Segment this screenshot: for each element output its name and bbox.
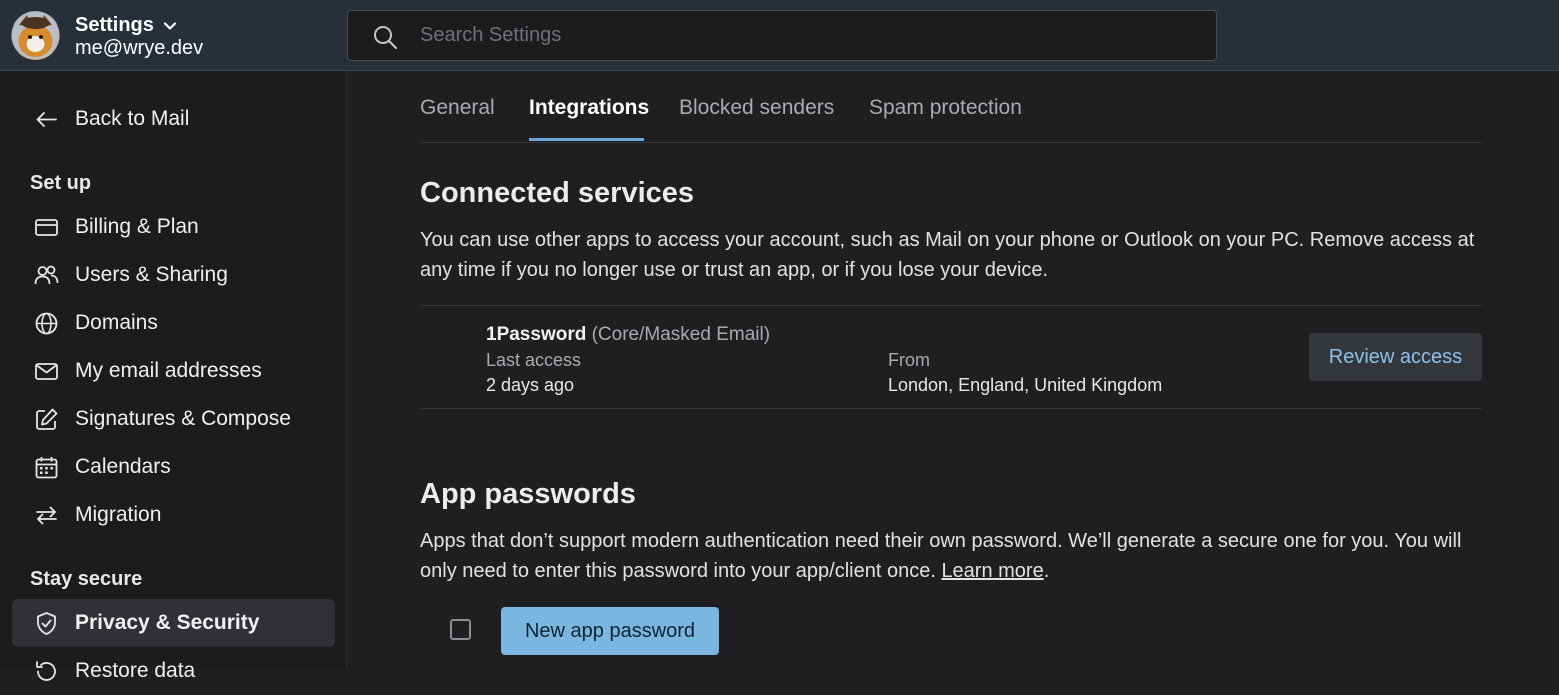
tab-integrations[interactable]: Integrations [529, 96, 649, 120]
chevron-down-icon [163, 21, 177, 30]
select-all-checkbox[interactable] [450, 619, 471, 640]
app-passwords-description: Apps that don’t support modern authentic… [420, 526, 1490, 586]
avatar[interactable] [11, 11, 60, 60]
account-title: Settings [75, 14, 154, 36]
from-label: From [888, 350, 930, 370]
sidebar-item-label: Restore data [75, 659, 196, 682]
users-icon [34, 265, 59, 285]
globe-icon [35, 312, 58, 335]
sidebar-item-users[interactable]: Users & Sharing [12, 251, 335, 299]
search-box[interactable] [347, 10, 1217, 61]
sidebar-item-billing[interactable]: Billing & Plan [12, 203, 335, 251]
sidebar-item-label: Calendars [75, 455, 171, 478]
search-icon [374, 26, 398, 50]
sidebar-item-label: Billing & Plan [75, 215, 199, 238]
main-content: General Integrations Blocked senders Spa… [348, 71, 1559, 668]
sidebar: Back to Mail Set up Billing & Plan Users… [0, 71, 347, 682]
sidebar-item-label: My email addresses [75, 359, 262, 382]
envelope-icon [35, 363, 58, 380]
tab-blocked-senders[interactable]: Blocked senders [679, 96, 834, 120]
top-bar: Settings me@wrye.dev [0, 0, 1559, 71]
calendar-icon [35, 457, 58, 479]
settings-tabs: General Integrations Blocked senders Spa… [420, 71, 1482, 143]
connected-services-heading: Connected services [420, 177, 695, 209]
learn-more-link[interactable]: Learn more [941, 560, 1043, 582]
section-heading-stay-secure: Stay secure [30, 568, 143, 590]
section-heading-set-up: Set up [30, 172, 92, 194]
shield-check-icon [37, 612, 56, 635]
sidebar-item-migration[interactable]: Migration [12, 491, 335, 539]
sidebar-item-label: Privacy & Security [75, 611, 260, 634]
review-access-button[interactable]: Review access [1309, 333, 1482, 381]
sidebar-item-restore-data[interactable]: Restore data [12, 647, 335, 695]
service-scope: (Core/Masked Email) [591, 324, 771, 345]
connected-service-row: 1Password (Core/Masked Email) Last acces… [420, 305, 1482, 409]
credit-card-icon [35, 219, 58, 236]
sidebar-item-label: Users & Sharing [75, 263, 228, 286]
sidebar-item-label: Signatures & Compose [75, 407, 291, 430]
back-to-mail-label: Back to Mail [75, 107, 190, 130]
tab-general[interactable]: General [420, 96, 495, 120]
service-name: 1Password (Core/Masked Email) [486, 324, 770, 346]
arrows-swap-icon [36, 506, 57, 525]
sidebar-item-label: Domains [75, 311, 158, 334]
account-email: me@wrye.dev [75, 37, 204, 59]
account-switcher[interactable]: Settings [75, 14, 178, 37]
pencil-square-icon [36, 408, 58, 430]
service-title: 1Password [486, 324, 587, 345]
active-tab-indicator [529, 138, 644, 141]
arrow-left-icon [36, 112, 57, 127]
tab-spam-protection[interactable]: Spam protection [869, 96, 1022, 120]
back-to-mail-link[interactable]: Back to Mail [12, 95, 335, 143]
new-app-password-button[interactable]: New app password [501, 607, 719, 655]
description-period: . [1043, 560, 1050, 582]
connected-services-description: You can use other apps to access your ac… [420, 229, 1475, 281]
sidebar-item-calendars[interactable]: Calendars [12, 443, 335, 491]
sidebar-item-email-addresses[interactable]: My email addresses [12, 347, 335, 395]
from-value: London, England, United Kingdom [888, 375, 1163, 395]
search-input[interactable] [420, 11, 1200, 60]
last-access-value: 2 days ago [486, 375, 575, 395]
sidebar-item-label: Migration [75, 503, 162, 526]
sidebar-item-domains[interactable]: Domains [12, 299, 335, 347]
app-passwords-heading: App passwords [420, 478, 636, 510]
last-access-label: Last access [486, 350, 582, 370]
sidebar-item-privacy-security[interactable]: Privacy & Security [12, 599, 335, 647]
sidebar-item-signatures[interactable]: Signatures & Compose [12, 395, 335, 443]
restore-icon [36, 661, 56, 681]
